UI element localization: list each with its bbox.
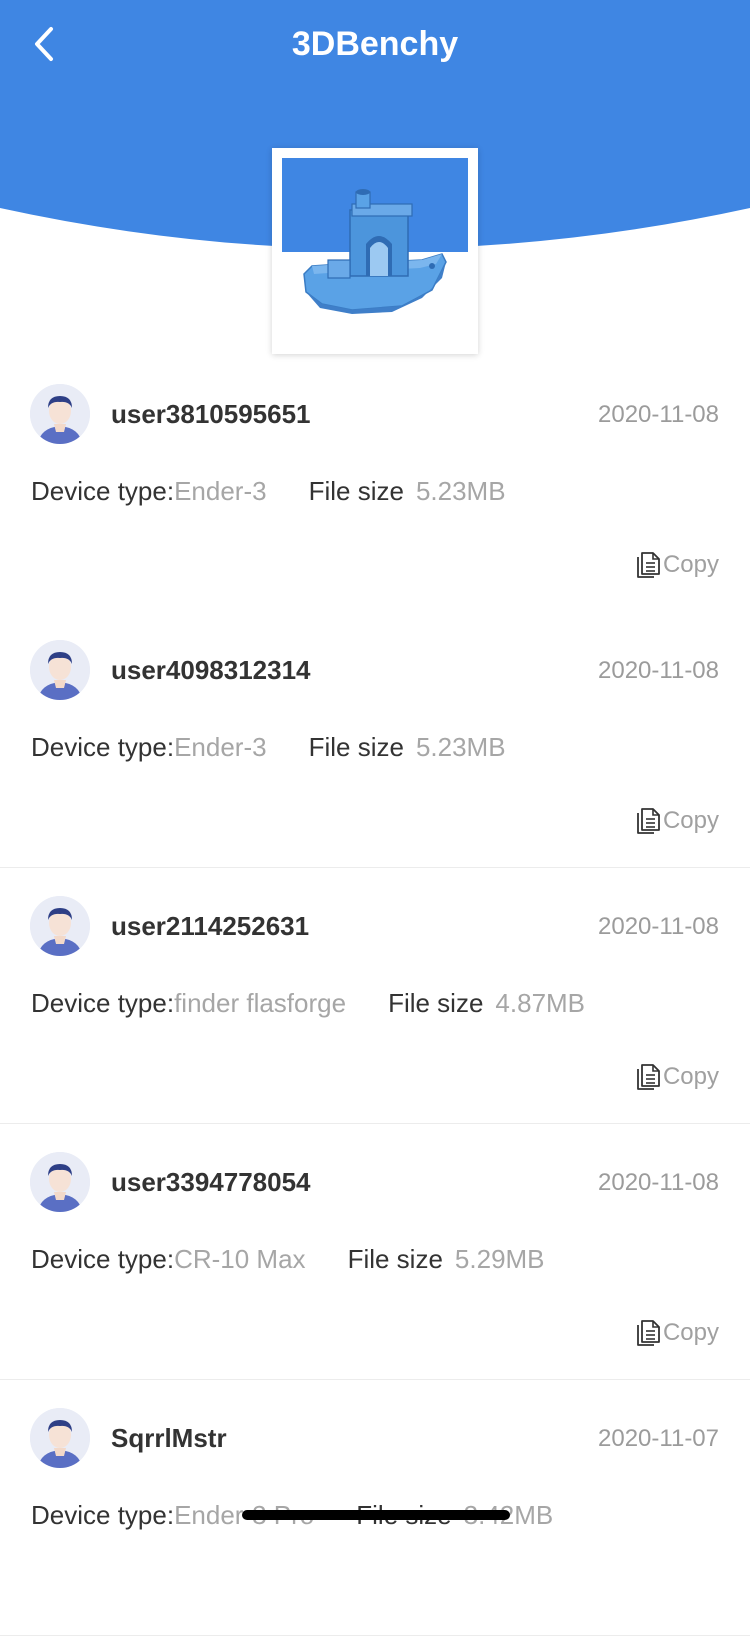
device-type-label: Device type: — [31, 732, 175, 762]
file-size-value: 4.87MB — [495, 988, 586, 1018]
device-type-label: Device type: — [31, 1500, 175, 1530]
upload-date: 2020-11-08 — [598, 913, 719, 940]
copy-label: Copy — [662, 1319, 719, 1346]
file-meta: Device type:CR-10 Max File size 5.29MB — [31, 1242, 545, 1276]
file-size-label: File size — [308, 476, 404, 506]
file-meta: Device type:Ender-3 File size 5.23MB — [31, 474, 506, 508]
user-avatar-icon — [30, 1408, 90, 1468]
device-type-label: Device type: — [31, 476, 175, 506]
copy-button[interactable]: Copy — [634, 1060, 719, 1094]
list-item[interactable]: user2114252631 2020-11-08 Device type:fi… — [0, 868, 750, 1124]
username: user3810595651 — [111, 399, 311, 429]
model-thumbnail[interactable] — [272, 148, 478, 354]
avatar[interactable] — [30, 1408, 90, 1468]
copy-document-icon — [637, 808, 660, 834]
copy-button[interactable]: Copy — [634, 1316, 719, 1350]
username: user2114252631 — [111, 911, 310, 941]
username: user4098312314 — [111, 655, 311, 685]
page-title: 3DBenchy — [291, 25, 459, 63]
username: user3394778054 — [111, 1167, 311, 1197]
upload-date: 2020-11-07 — [598, 1425, 719, 1452]
device-type-label: Device type: — [31, 988, 175, 1018]
file-size-label: File size — [308, 732, 404, 762]
avatar[interactable] — [30, 384, 90, 444]
copy-label: Copy — [662, 551, 719, 578]
device-type-value: Ender-3 — [174, 476, 267, 506]
copy-button[interactable]: Copy — [634, 548, 719, 582]
avatar[interactable] — [30, 896, 90, 956]
copy-document-icon — [637, 1064, 660, 1090]
device-type-value: finder flasforge — [174, 988, 347, 1018]
user-avatar-icon — [30, 384, 90, 444]
upload-date: 2020-11-08 — [598, 1169, 719, 1196]
file-size-label: File size — [347, 1244, 443, 1274]
upload-date: 2020-11-08 — [598, 657, 719, 684]
copy-document-icon — [637, 552, 660, 578]
list-item[interactable]: SqrrlMstr 2020-11-07 Device type:Ender-3… — [0, 1380, 750, 1636]
file-size-value: 5.29MB — [454, 1244, 545, 1274]
copy-button[interactable]: Copy — [634, 804, 719, 838]
file-size-value: 5.23MB — [415, 476, 506, 506]
list-item[interactable]: user3394778054 2020-11-08 Device type:CR… — [0, 1124, 750, 1380]
user-avatar-icon — [30, 896, 90, 956]
home-indicator[interactable] — [242, 1510, 510, 1520]
avatar[interactable] — [30, 1152, 90, 1212]
copy-document-icon — [637, 1320, 660, 1346]
file-list: user3810595651 2020-11-08 Device type:En… — [0, 356, 750, 1636]
user-avatar-icon — [30, 640, 90, 700]
list-item[interactable]: user3810595651 2020-11-08 Device type:En… — [0, 356, 750, 612]
copy-label: Copy — [662, 1063, 719, 1090]
list-item[interactable]: user4098312314 2020-11-08 Device type:En… — [0, 612, 750, 868]
upload-date: 2020-11-08 — [598, 401, 719, 428]
file-meta: Device type:Ender-3 File size 5.23MB — [31, 730, 506, 764]
user-avatar-icon — [30, 1152, 90, 1212]
file-size-value: 5.23MB — [415, 732, 506, 762]
device-type-value: Ender-3 — [174, 732, 267, 762]
copy-label: Copy — [662, 807, 719, 834]
file-size-label: File size — [388, 988, 484, 1018]
file-meta: Device type:finder flasforge File size 4.8… — [31, 986, 585, 1020]
3d-benchy-boat-image — [282, 158, 468, 314]
avatar[interactable] — [30, 640, 90, 700]
username: SqrrlMstr — [111, 1423, 227, 1453]
device-type-value: CR-10 Max — [174, 1244, 306, 1274]
device-type-label: Device type: — [31, 1244, 175, 1274]
